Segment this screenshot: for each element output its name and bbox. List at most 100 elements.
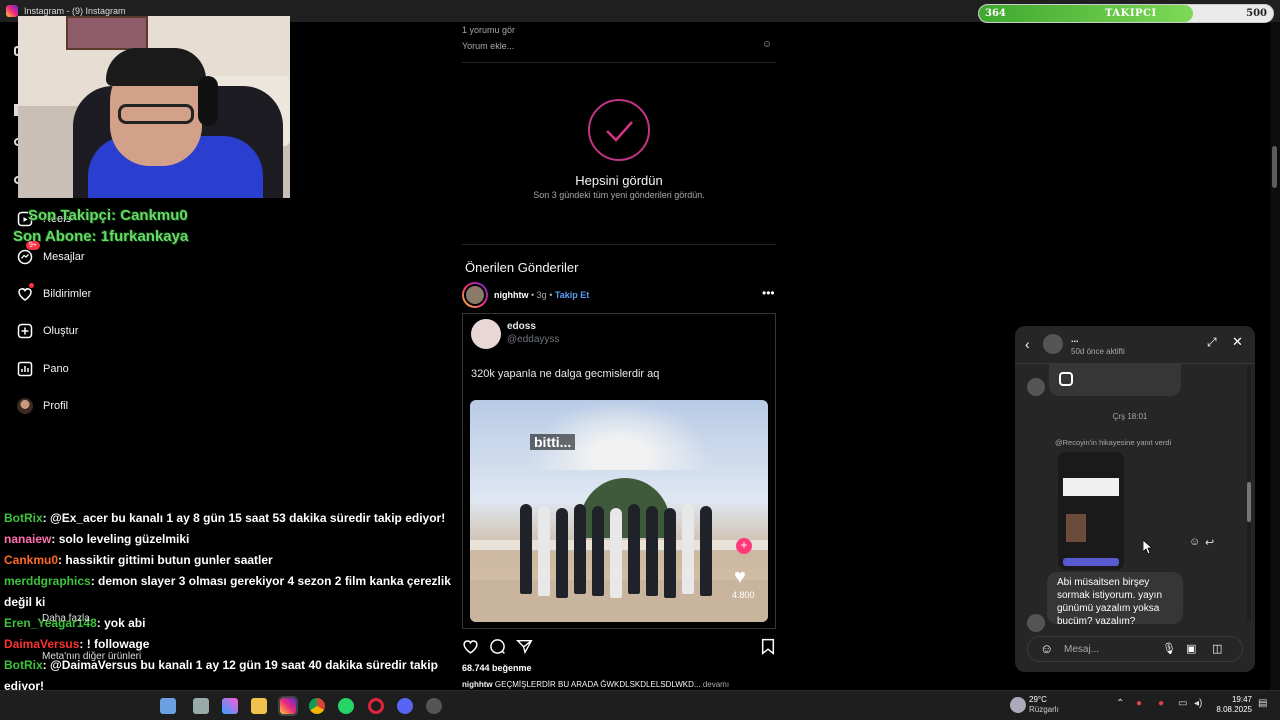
dm-sender-avatar <box>1027 378 1045 396</box>
sidebar-item-label: Mesajlar <box>43 251 85 263</box>
instagram-app-icon <box>6 5 18 17</box>
emoji-icon[interactable]: ☺ <box>762 39 772 50</box>
dm-status: 50d önce aktifti <box>1071 347 1125 356</box>
chat-text: : hassiktir gittimi butun gunler saatler <box>58 553 273 567</box>
clock-date[interactable]: 8.08.2025 <box>1214 705 1252 714</box>
like-icon[interactable] <box>462 638 479 660</box>
network-icon[interactable]: ▭ <box>1178 698 1187 709</box>
widgets-icon[interactable] <box>160 698 176 714</box>
whatsapp-icon[interactable] <box>338 698 354 714</box>
sidebar-item-dashboard[interactable]: Pano <box>16 360 69 378</box>
instagram-taskbar-icon[interactable] <box>278 696 298 716</box>
chrome-icon[interactable] <box>309 698 325 714</box>
chat-message: BotRix: @Ex_acer bu kanalı 1 ay 8 gün 15… <box>0 508 455 529</box>
weather-temp[interactable]: 29°C <box>1029 695 1047 704</box>
obs-icon[interactable] <box>426 698 442 714</box>
avatar <box>16 397 34 415</box>
react-emoji-icon[interactable]: ☺ <box>1189 536 1200 548</box>
expand-icon[interactable]: ⤢ <box>1207 335 1217 350</box>
dm-timestamp: Çrş 18:01 <box>1112 412 1148 421</box>
tray-app-icon[interactable]: ● <box>1136 698 1142 709</box>
dm-scrollbar[interactable] <box>1247 366 1251 622</box>
suggested-posts-title: Önerilen Gönderiler <box>465 260 579 275</box>
chat-message: merddgraphics: demon slayer 3 olması ger… <box>0 571 455 613</box>
story-reply-label: @Recoyin'in hikayesine yanıt verdi <box>1055 438 1172 447</box>
dashboard-icon <box>16 360 34 378</box>
sidebar-more[interactable]: Daha fazla <box>42 613 90 624</box>
chat-text: : @Ex_acer bu kanalı 1 ay 8 gün 15 saat … <box>42 511 446 525</box>
back-icon[interactable]: ‹ <box>1025 336 1030 352</box>
dm-header: ‹ ... 50d önce aktifti ⤢ ✕ <box>1015 326 1255 364</box>
chat-text: : ! followage <box>79 637 150 651</box>
messages-badge: 9+ <box>26 241 40 250</box>
caught-up-subtitle: Son 3 gündeki tüm yeni gönderileri gördü… <box>533 190 705 200</box>
follow-button[interactable]: Takip Et <box>555 290 589 300</box>
webcam-overlay <box>18 16 290 198</box>
chat-username: nanaiew <box>4 532 52 546</box>
sidebar-item-label: Oluştur <box>43 325 79 337</box>
reply-icon[interactable]: ↩ <box>1205 536 1214 549</box>
sidebar-meta-products[interactable]: Meta'nın diğer ürünleri <box>42 651 141 662</box>
opera-icon[interactable] <box>368 698 384 714</box>
more-options-icon[interactable]: ••• <box>762 286 775 300</box>
volume-icon[interactable]: ◂) <box>1194 698 1202 709</box>
image-icon[interactable]: ▣ <box>1186 642 1196 655</box>
person-silhouette <box>574 504 586 594</box>
tray-chevron-icon[interactable]: ⌃ <box>1116 698 1124 709</box>
caption-more-link[interactable]: devamı <box>703 680 729 689</box>
share-icon[interactable] <box>515 638 533 660</box>
tweet-text: 320k yapanla ne dalga gecmislerdir aq <box>471 368 660 380</box>
person-silhouette <box>556 508 568 598</box>
comment-icon[interactable] <box>489 638 506 660</box>
dm-avatar[interactable] <box>1043 334 1063 354</box>
add-comment-input[interactable]: Yorum ekle... <box>462 41 514 51</box>
discord-icon[interactable] <box>397 698 413 714</box>
story-thumbnail[interactable] <box>1058 452 1124 570</box>
copilot-icon[interactable] <box>222 698 238 714</box>
chat-text: : yok abi <box>96 616 146 630</box>
chat-username: Cankmu0 <box>4 553 59 567</box>
clock-time[interactable]: 19:47 <box>1214 695 1252 704</box>
messenger-icon: 9+ <box>16 241 40 266</box>
post-author-avatar[interactable] <box>462 282 488 308</box>
post-author-line: nighhtw • 3g • Takip Et <box>494 290 590 300</box>
dm-contact-name[interactable]: ... <box>1071 334 1079 344</box>
notification-dot <box>29 283 34 288</box>
sticker-icon[interactable]: ◫ <box>1212 642 1222 655</box>
chat-message: nanaiew: solo leveling güzelmiki <box>0 529 455 550</box>
stream-chat-overlay: BotRix: @Ex_acer bu kanalı 1 ay 8 gün 15… <box>0 508 455 697</box>
sidebar-item-notifications[interactable]: Bildirimler <box>16 283 91 303</box>
emoji-picker-icon[interactable]: ☺ <box>1040 641 1053 656</box>
weather-icon[interactable] <box>1010 697 1026 713</box>
weather-desc[interactable]: Rüzgarlı <box>1029 705 1059 714</box>
sidebar-item-create[interactable]: Oluştur <box>16 322 78 340</box>
chat-username: DaimaVersus <box>4 637 80 651</box>
tweet-avatar <box>471 319 501 349</box>
dm-panel: ‹ ... 50d önce aktifti ⤢ ✕ Çrş 18:01 @Re… <box>1015 326 1255 672</box>
image-heart-icon: ♥ <box>734 566 746 588</box>
chat-username: BotRix <box>4 511 43 525</box>
taskbar: 29°C Rüzgarlı ⌃ ● ● ▭ ◂) 19:47 8.08.2025… <box>0 690 1280 720</box>
reel-message[interactable] <box>1049 364 1181 396</box>
person-silhouette <box>628 504 640 594</box>
notifications-tray-icon[interactable]: ▤ <box>1258 698 1267 709</box>
post-photo: bitti... + ♥ 4.800 <box>470 400 768 622</box>
add-icon: + <box>736 538 752 554</box>
save-icon[interactable] <box>760 638 776 660</box>
post-author-name[interactable]: nighhtw <box>494 290 529 300</box>
file-explorer-icon[interactable] <box>251 698 267 714</box>
person-silhouette <box>646 506 658 596</box>
task-view-icon[interactable] <box>193 698 209 714</box>
post-caption: nighhtw GEÇMİŞLERDİR BU ARADA ĞWKDLSKDLE… <box>462 680 730 689</box>
microphone-tray-icon[interactable]: ● <box>1158 698 1164 709</box>
dm-input-placeholder: Mesaj... <box>1064 644 1100 655</box>
sidebar-item-profile[interactable]: Profil <box>16 397 68 415</box>
sidebar-item-messages[interactable]: 9+ Mesajlar <box>16 241 85 266</box>
microphone-icon[interactable]: 🎙 <box>1162 642 1176 655</box>
image-caption: bitti... <box>530 434 576 450</box>
dm-message-bubble: Abi müsaitsen birşey sormak istiyorum. y… <box>1047 572 1183 624</box>
view-comments-link[interactable]: 1 yorumu gör <box>462 25 515 35</box>
page-scrollbar[interactable] <box>1270 22 1280 690</box>
dm-message-input[interactable]: ☺ Mesaj... 🎙 ▣ ◫ <box>1027 636 1243 662</box>
close-dm-icon[interactable]: ✕ <box>1232 334 1243 350</box>
